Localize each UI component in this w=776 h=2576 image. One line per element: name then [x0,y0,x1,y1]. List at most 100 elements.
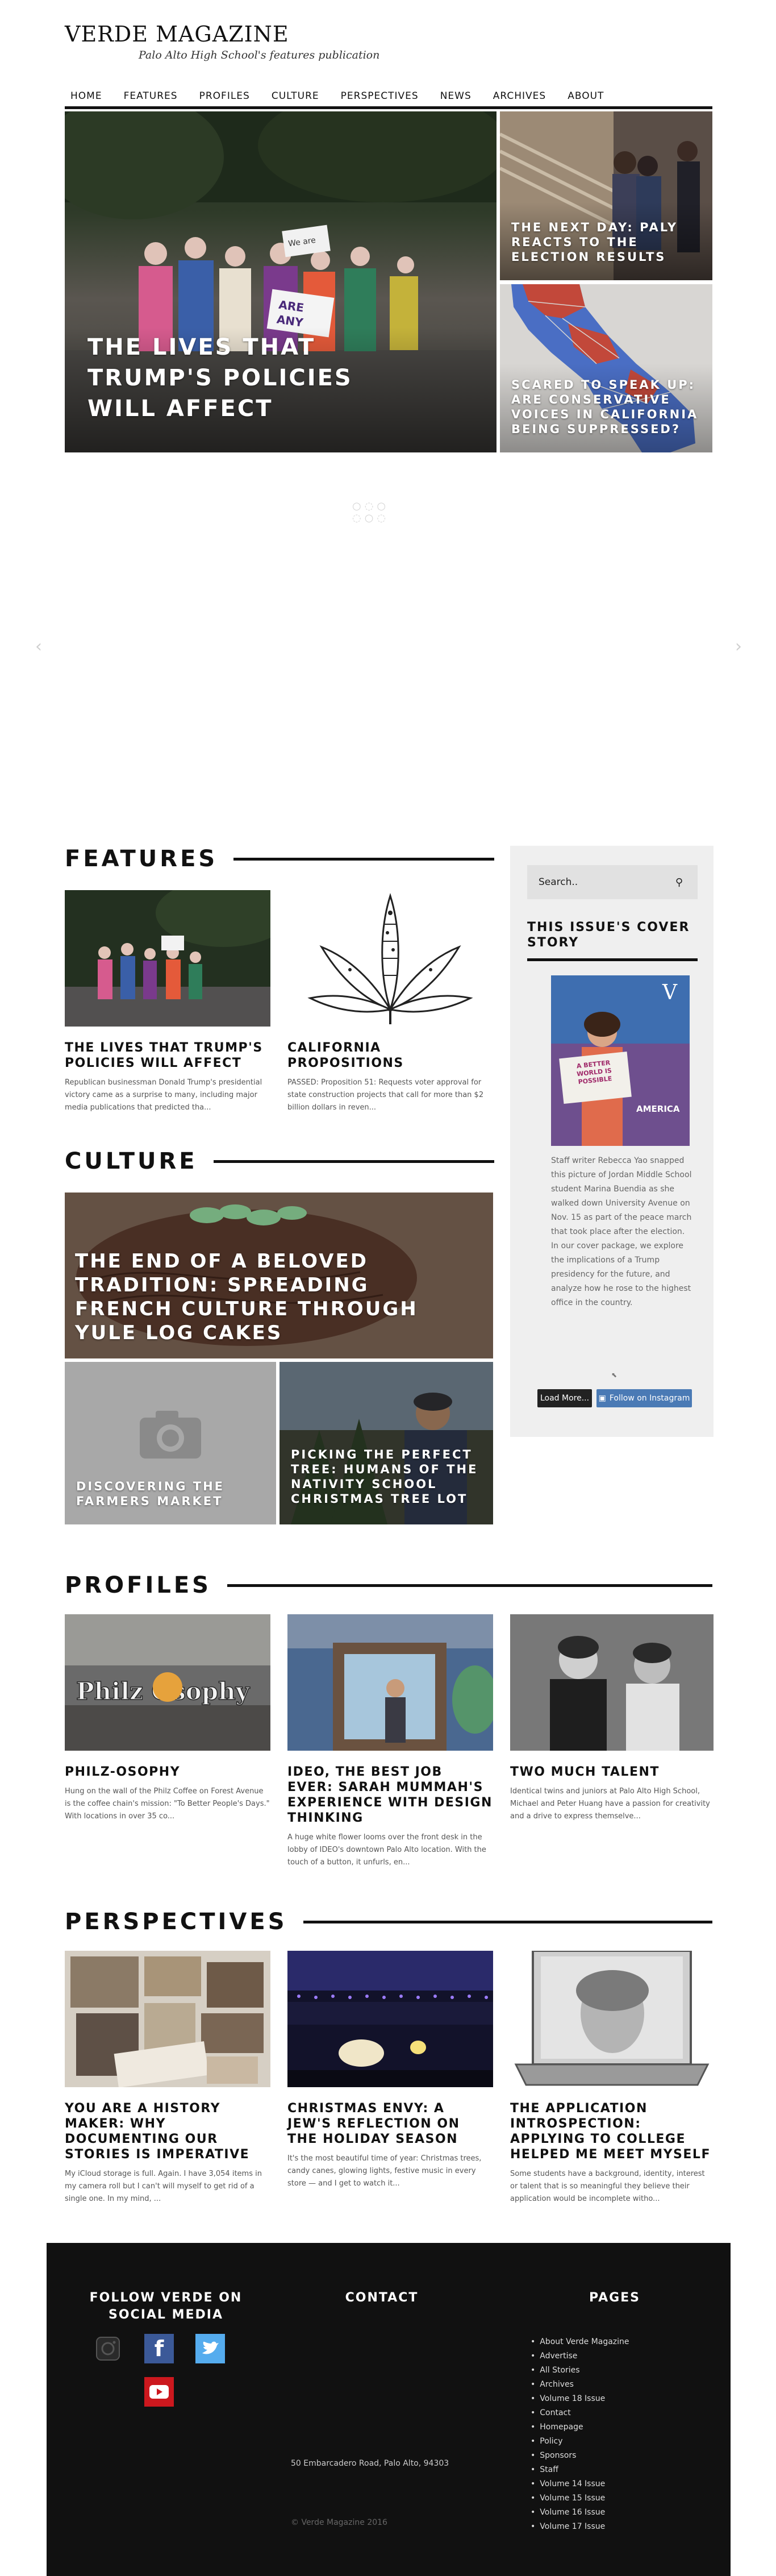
search-input[interactable]: Search.. ⚲ [527,865,698,899]
slider-next-icon[interactable]: › [735,637,742,657]
hero-main-story[interactable]: We are ARE ANY THE LIVES THAT TRUMP'S PO… [65,111,497,452]
pages-link[interactable]: Sponsors [531,2449,629,2463]
youtube-icon[interactable] [144,2377,174,2407]
card-title[interactable]: YOU ARE A HISTORY MAKER: WHY DOCUMENTING… [65,2101,270,2162]
nav-news[interactable]: NEWS [440,90,472,102]
sidebar: Search.. ⚲ THIS ISSUE'S COVER STORY V A … [510,846,714,1437]
pages-link[interactable]: Volume 17 Issue [531,2520,629,2534]
profile-card[interactable]: IDEO, THE BEST JOB EVER: SARAH MUMMAH'S … [287,1614,493,1869]
instagram-icon: ▣ [598,1394,606,1403]
perspective-card[interactable]: THE APPLICATION INTROSPECTION: APPLYING … [510,1951,714,2205]
main-nav: HOME FEATURES PROFILES CULTURE PERSPECTI… [65,85,712,109]
slider-prev-icon[interactable]: ‹ [35,637,42,657]
protest-march-photo [65,890,270,1027]
nav-perspectives[interactable]: PERSPECTIVES [341,90,419,102]
hero-side-story-top[interactable]: THE NEXT DAY: PALY REACTS TO THE ELECTIO… [500,111,712,280]
pages-link[interactable]: Volume 18 Issue [531,2392,629,2406]
perspectives-heading[interactable]: PERSPECTIVES [65,1909,287,1935]
culture-right-title[interactable]: PICKING THE PERFECT TREE: HUMANS OF THE … [291,1447,484,1506]
page: VERDE MAGAZINE Palo Alto High School's f… [0,0,776,2576]
section-rule [233,857,494,861]
card-title[interactable]: CALIFORNIA PROPOSITIONS [287,1040,493,1071]
pages-heading: PAGES [589,2291,641,2305]
facebook-icon[interactable]: f [144,2334,174,2363]
laptop-drawing [510,1951,714,2087]
philz-coffee-photo: Philz Osophy [65,1614,270,1751]
pages-link[interactable]: Archives [531,2378,629,2392]
profile-card[interactable]: TWO MUCH TALENT Identical twins and juni… [510,1614,714,1823]
cover-letter: V [662,981,678,1004]
pages-link[interactable]: Policy [531,2434,629,2449]
card-image[interactable] [510,1614,714,1751]
nav-features[interactable]: FEATURES [124,90,178,102]
search-icon[interactable]: ⚲ [675,876,683,888]
section-rule [227,1584,712,1587]
card-title[interactable]: PHILZ-OSOPHY [65,1764,270,1780]
site-title[interactable]: VERDE MAGAZINE [65,22,379,47]
perspective-card[interactable]: YOU ARE A HISTORY MAKER: WHY DOCUMENTING… [65,1951,270,2205]
card-image[interactable] [65,1951,270,2087]
ideo-office-photo [287,1614,493,1751]
card-title[interactable]: CHRISTMAS ENVY: A JEW'S REFLECTION ON TH… [287,2101,493,2147]
culture-main-title[interactable]: THE END OF A BELOVED TRADITION: SPREADIN… [75,1249,439,1345]
pages-link[interactable]: Advertise [531,2349,629,2363]
card-image[interactable]: Philz Osophy [65,1614,270,1751]
hero-side-bottom-title[interactable]: SCARED TO SPEAK UP: ARE CONSERVATIVE VOI… [511,377,699,437]
card-excerpt: My iCloud storage is full. Again. I have… [65,2170,262,2203]
perspective-card[interactable]: CHRISTMAS ENVY: A JEW'S REFLECTION ON TH… [287,1951,493,2190]
perspectives-section-heading: PERSPECTIVES [65,1909,712,1935]
card-title[interactable]: THE LIVES THAT TRUMP'S POLICIES WILL AFF… [65,1040,270,1071]
culture-section-heading: CULTURE [65,1148,494,1174]
pages-link[interactable]: Homepage [531,2420,629,2434]
culture-left-story[interactable]: DISCOVERING THE FARMERS MARKET [65,1362,276,1524]
instagram-icon[interactable] [93,2334,123,2363]
card-excerpt: Hung on the wall of the Philz Coffee on … [65,1787,270,1821]
card-excerpt: PASSED: Proposition 51: Requests voter a… [287,1078,484,1112]
cover-story-text: Staff writer Rebecca Yao snapped this pi… [551,1156,692,1307]
profile-card[interactable]: Philz Osophy PHILZ-OSOPHY Hung on the wa… [65,1614,270,1823]
hero-side-story-bottom[interactable]: SCARED TO SPEAK UP: ARE CONSERVATIVE VOI… [500,284,712,452]
card-excerpt: Identical twins and juniors at Palo Alto… [510,1787,710,1821]
masthead: VERDE MAGAZINE Palo Alto High School's f… [65,22,379,61]
features-heading[interactable]: FEATURES [65,846,218,872]
nav-profiles[interactable]: PROFILES [199,90,250,102]
copyright: © Verde Magazine 2016 [291,2518,387,2527]
site-tagline: Palo Alto High School's features publica… [139,49,380,61]
nav-archives[interactable]: ARCHIVES [493,90,546,102]
nav-about[interactable]: ABOUT [568,90,604,102]
card-image[interactable] [65,890,270,1027]
pages-link[interactable]: Volume 16 Issue [531,2506,629,2520]
old-photos-collage [65,1951,270,2087]
card-title[interactable]: IDEO, THE BEST JOB EVER: SARAH MUMMAH'S … [287,1764,493,1826]
card-image[interactable] [510,1951,714,2087]
pages-link[interactable]: Volume 15 Issue [531,2491,629,2506]
cover-image[interactable]: V A BETTER WORLD IS POSSIBLE AMERICA [551,975,690,1146]
feature-card[interactable]: CALIFORNIA PROPOSITIONS PASSED: Proposit… [287,890,493,1114]
culture-right-story[interactable]: PICKING THE PERFECT TREE: HUMANS OF THE … [279,1362,493,1524]
card-image[interactable] [287,1951,493,2087]
pages-link[interactable]: Volume 14 Issue [531,2477,629,2491]
hero-main-title[interactable]: THE LIVES THAT TRUMP'S POLICIES WILL AFF… [87,332,406,424]
pages-link[interactable]: Staff [531,2463,629,2477]
culture-heading[interactable]: CULTURE [65,1148,198,1174]
follow-instagram-button[interactable]: ▣ Follow on Instagram [596,1389,692,1407]
pages-link[interactable]: About Verde Magazine [531,2335,629,2349]
culture-left-title[interactable]: DISCOVERING THE FARMERS MARKET [76,1479,247,1509]
pages-link[interactable]: All Stories [531,2363,629,2378]
magazine-cover-photo: V A BETTER WORLD IS POSSIBLE AMERICA [551,975,690,1146]
card-title[interactable]: THE APPLICATION INTROSPECTION: APPLYING … [510,2101,714,2162]
hero-side-top-title[interactable]: THE NEXT DAY: PALY REACTS TO THE ELECTIO… [511,220,699,264]
feature-card[interactable]: THE LIVES THAT TRUMP'S POLICIES WILL AFF… [65,890,270,1114]
load-more-button[interactable]: Load More... [537,1389,592,1407]
cursor-icon: ⬉ [611,1371,618,1379]
nav-home[interactable]: HOME [70,90,102,102]
twitter-icon[interactable] [195,2334,225,2363]
culture-main-story[interactable]: THE END OF A BELOVED TRADITION: SPREADIN… [65,1193,493,1358]
card-image[interactable] [287,890,493,1027]
pages-link[interactable]: Contact [531,2406,629,2420]
card-title[interactable]: TWO MUCH TALENT [510,1764,714,1780]
site-footer: FOLLOW VERDE ON SOCIAL MEDIA CONTACT PAG… [47,2243,731,2576]
nav-culture[interactable]: CULTURE [272,90,319,102]
profiles-heading[interactable]: PROFILES [65,1572,211,1598]
card-image[interactable] [287,1614,493,1751]
